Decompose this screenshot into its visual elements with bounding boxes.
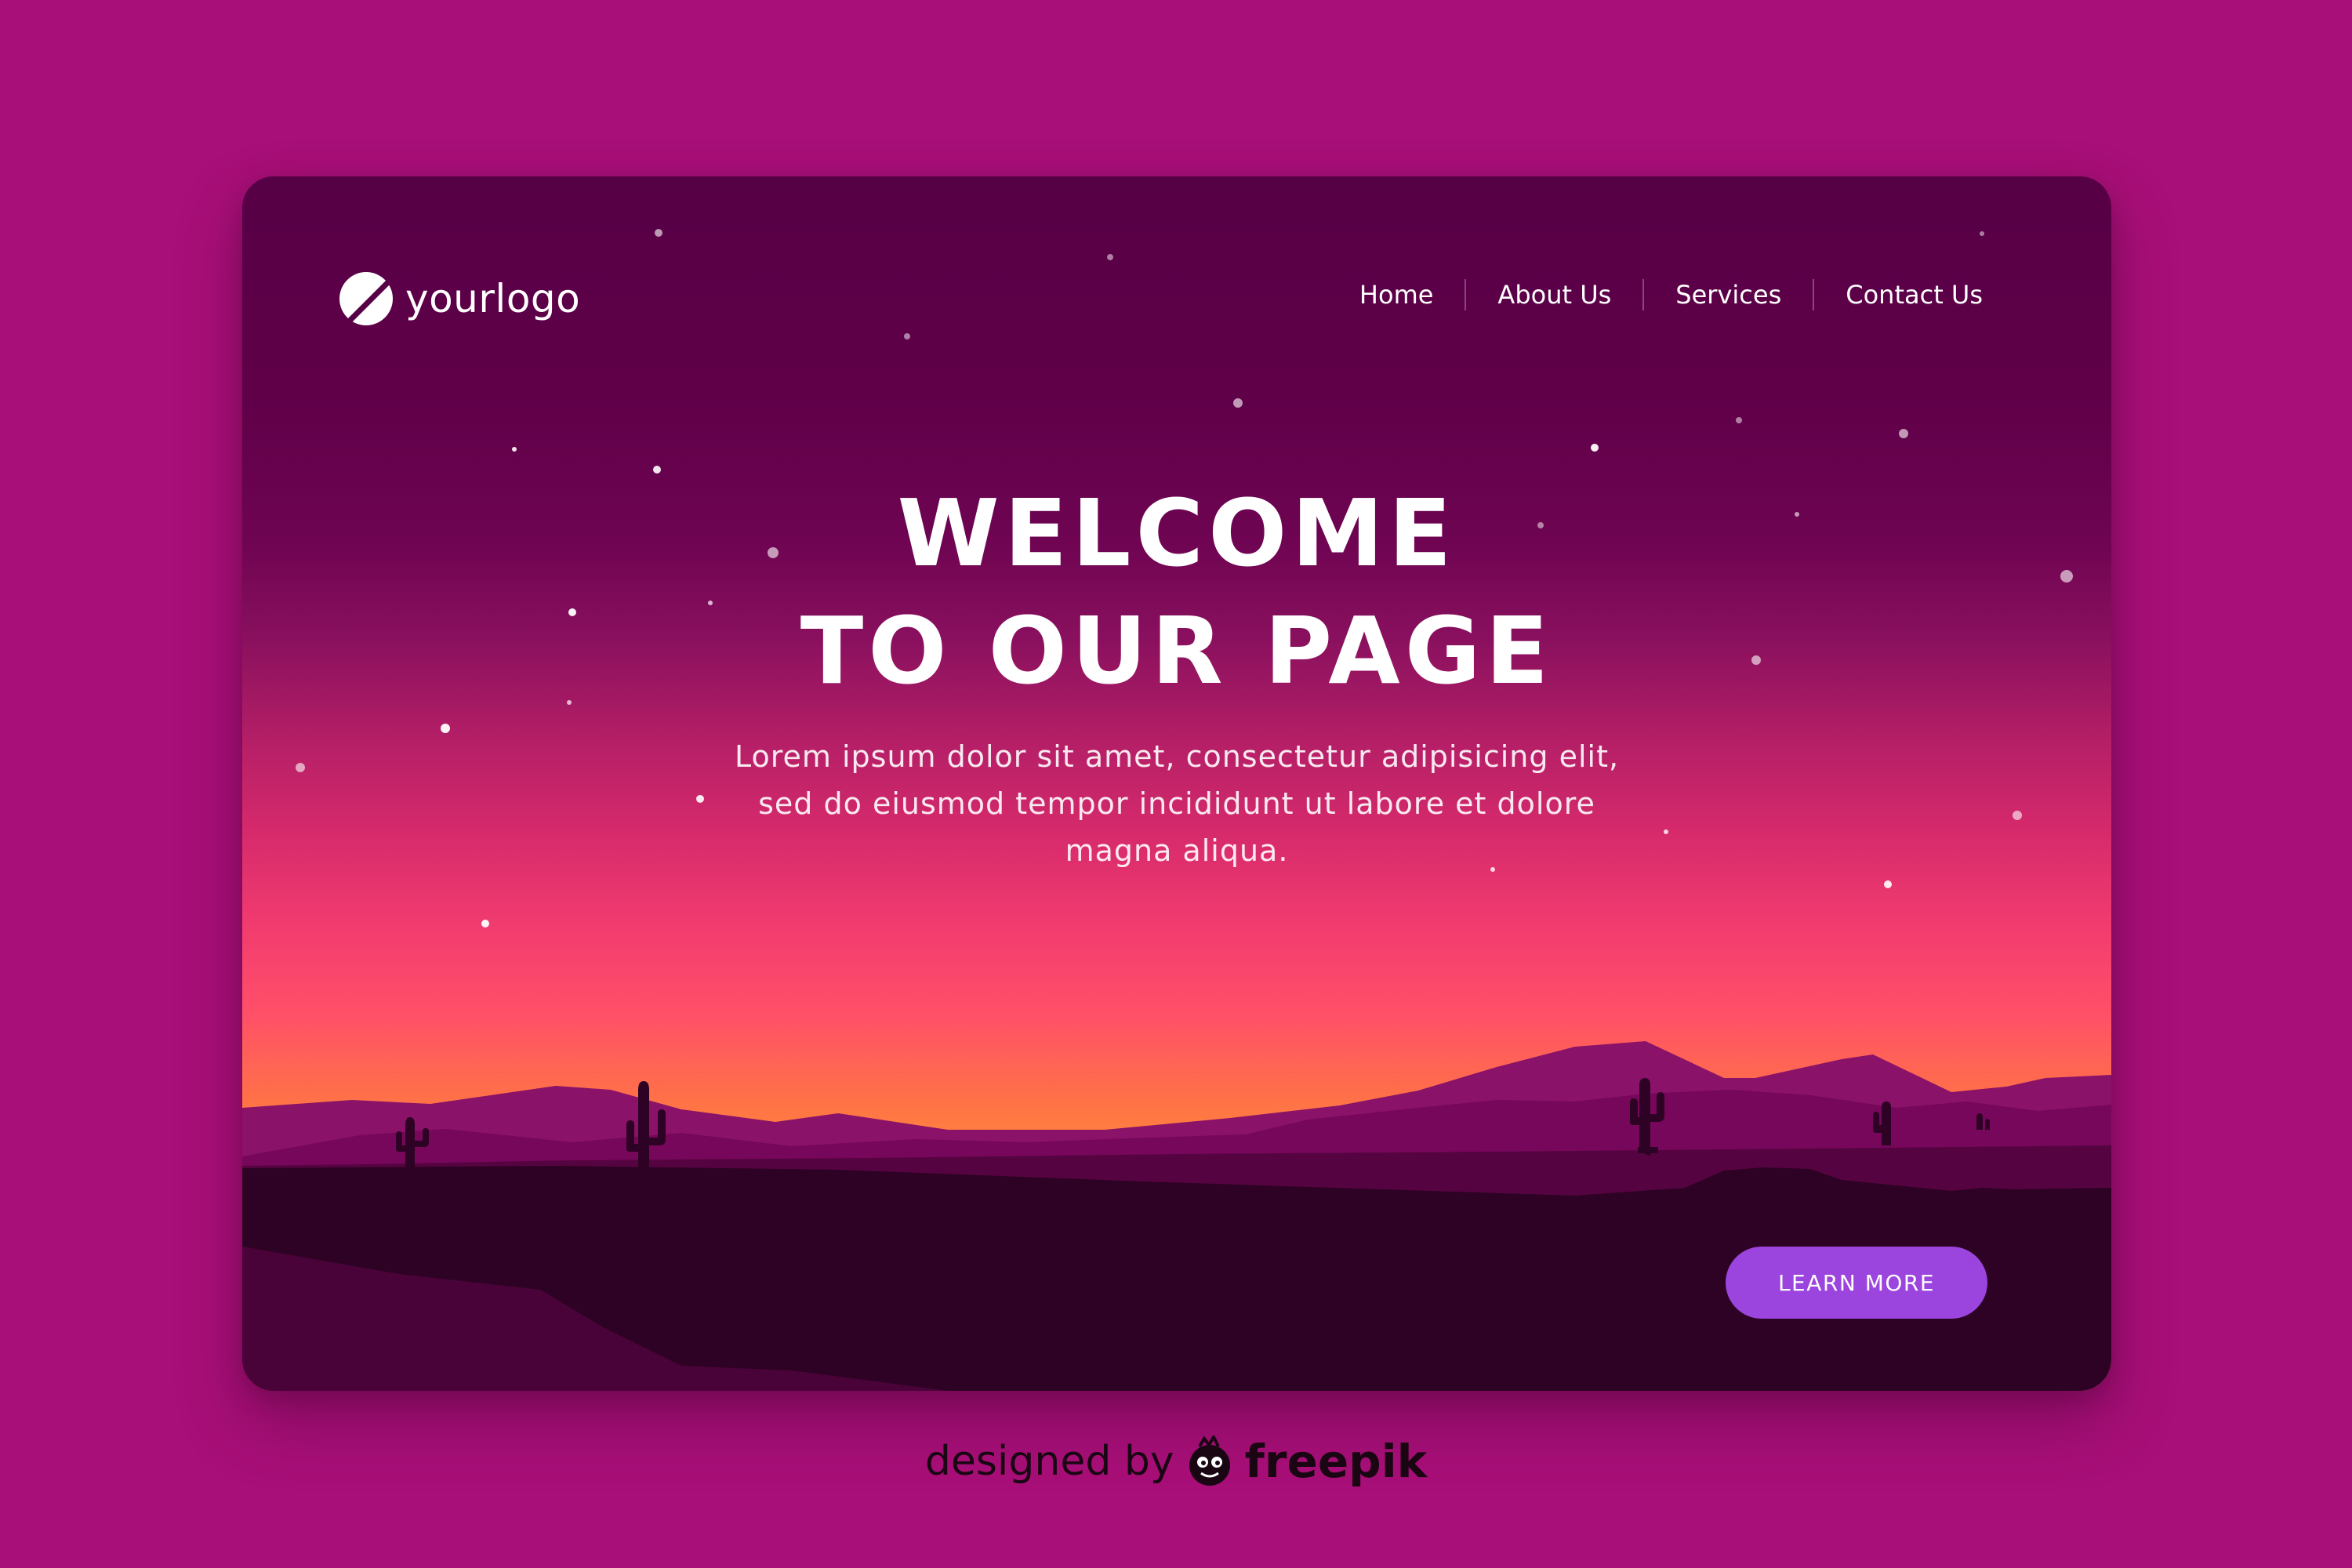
hero-title: WELCOME TO OUR PAGE: [242, 474, 2111, 710]
nav-services-link[interactable]: Services: [1644, 270, 1813, 319]
hero-title-line-2: TO OUR PAGE: [800, 597, 1554, 705]
main-nav: Home About Us Services Contact Us: [1328, 270, 2014, 319]
nav-contact-us-link[interactable]: Contact Us: [1814, 270, 2014, 319]
freepik-mascot-icon: [1189, 1436, 1230, 1486]
hero-description: Lorem ipsum dolor sit amet, consectetur …: [734, 739, 1620, 868]
learn-more-button[interactable]: LEARN MORE: [1726, 1247, 1987, 1319]
logo-mark-icon: [339, 272, 393, 325]
logo[interactable]: yourlogo: [338, 270, 580, 327]
logo-text: yourlogo: [405, 276, 581, 321]
hero-title-line-1: WELCOME: [897, 479, 1457, 587]
nav-home-link[interactable]: Home: [1328, 270, 1465, 319]
credit-prefix: designed by: [924, 1438, 1174, 1485]
designer-credit: designed by freepik: [0, 1435, 2352, 1488]
credit-brand: freepik: [1244, 1435, 1428, 1488]
nav-about-us-link[interactable]: About Us: [1466, 270, 1642, 319]
landing-card: yourlogo Home About Us Services Contact …: [242, 176, 2111, 1391]
